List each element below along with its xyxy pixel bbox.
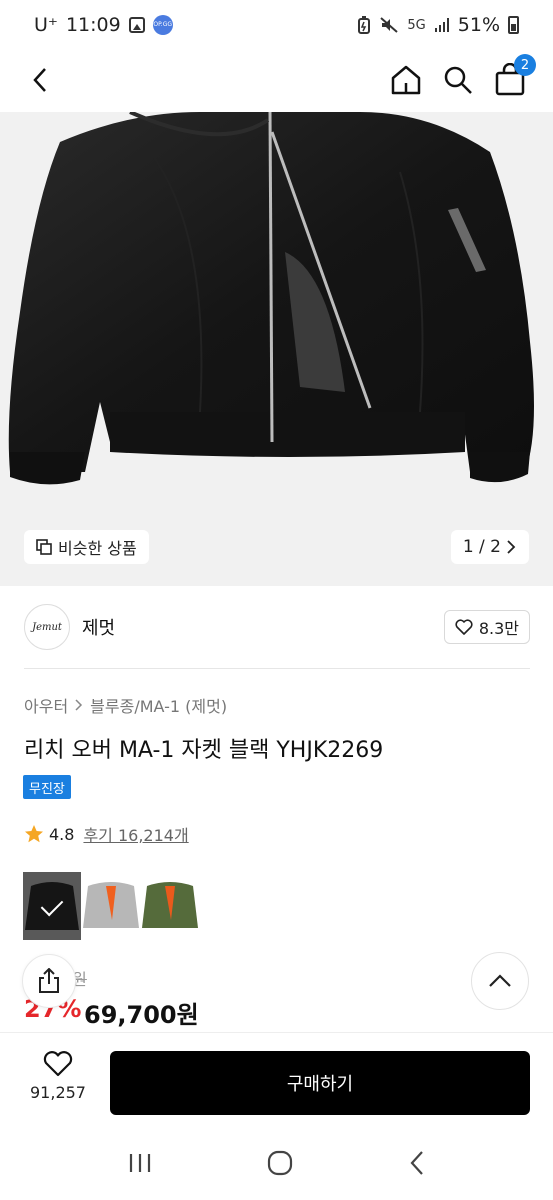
image-page-indicator[interactable]: 1 / 2 — [450, 530, 529, 564]
similar-products-label: 비슷한 상품 — [58, 539, 137, 558]
cart-count-badge: 2 — [514, 54, 536, 76]
mute-icon — [380, 17, 399, 33]
divider — [24, 668, 530, 669]
recent-apps-icon — [129, 1154, 150, 1172]
wishlist-button[interactable]: 91,257 — [22, 1051, 94, 1102]
color-option-gray[interactable] — [82, 872, 140, 940]
rating-row: 4.8 후기 16,214개 — [24, 822, 189, 846]
bottom-action-bar: 91,257 구매하기 — [0, 1032, 553, 1130]
breadcrumb-item[interactable]: 블루종/MA-1 (제멋) — [90, 693, 227, 717]
product-title: 리치 오버 MA-1 자켓 블랙 YHJK2269 — [24, 738, 384, 763]
share-icon — [39, 968, 59, 993]
page-indicator-label: 1 / 2 — [462, 537, 501, 557]
chevron-left-icon — [33, 68, 46, 92]
gallery-notification-icon — [128, 17, 145, 33]
status-bar: U⁺ 11:09 OP.GG 5G 51% — [0, 0, 553, 50]
home-circle-icon — [268, 1150, 293, 1176]
brand-like-button[interactable]: 8.3만 — [443, 610, 530, 644]
brand-row[interactable]: Jemut 제멋 8.3만 — [24, 602, 530, 652]
chevron-right-icon — [75, 699, 83, 711]
buy-button[interactable]: 구매하기 — [110, 1051, 530, 1115]
breadcrumb-item[interactable]: 아우터 — [24, 693, 68, 717]
copy-icon — [36, 539, 52, 555]
battery-percent: 51% — [457, 14, 500, 36]
network-type: 5G — [407, 17, 426, 33]
breadcrumb: 아우터 블루종/MA-1 (제멋) — [24, 693, 227, 717]
back-button[interactable] — [20, 60, 60, 100]
brand-logo[interactable]: Jemut — [24, 604, 70, 650]
price-block: 9원 27% 69,700원 — [24, 962, 530, 1029]
brand-name[interactable]: 제멋 — [82, 614, 115, 640]
battery-saver-icon — [358, 16, 371, 34]
back-nav-button[interactable] — [409, 1150, 425, 1180]
similar-products-button[interactable]: 비슷한 상품 — [24, 530, 149, 564]
jacket-thumbnail — [83, 882, 139, 928]
home-icon — [391, 65, 421, 95]
rating-value: 4.8 — [49, 824, 75, 844]
color-option-black[interactable] — [23, 872, 81, 940]
heart-icon — [455, 619, 473, 635]
color-option-olive[interactable] — [141, 872, 199, 940]
heart-icon — [43, 1051, 73, 1077]
color-options — [23, 872, 199, 940]
product-photo — [8, 112, 534, 485]
home-nav-button[interactable] — [267, 1150, 293, 1180]
star-icon — [25, 825, 43, 843]
battery-icon — [508, 16, 519, 34]
clock: 11:09 — [65, 14, 121, 36]
opgg-notification-icon: OP.GG — [152, 15, 173, 35]
jacket-thumbnail — [142, 882, 198, 928]
recent-apps-button[interactable] — [128, 1152, 152, 1178]
share-button[interactable] — [22, 954, 76, 1008]
system-nav-bar — [0, 1130, 553, 1200]
product-tag: 무진장 — [23, 775, 71, 799]
reviews-link[interactable]: 후기 16,214개 — [83, 822, 188, 846]
search-icon — [444, 66, 472, 94]
carrier-label: U⁺ — [34, 14, 58, 36]
scroll-to-top-button[interactable] — [471, 952, 529, 1010]
chevron-up-icon — [489, 974, 511, 987]
brand-like-count: 8.3만 — [478, 619, 519, 638]
product-image-carousel[interactable]: 비슷한 상품 1 / 2 — [0, 112, 553, 586]
brand-logo-text: Jemut — [32, 621, 62, 633]
cart-button[interactable]: 2 — [490, 54, 536, 100]
back-icon — [410, 1151, 423, 1175]
search-button[interactable] — [438, 60, 478, 100]
app-header: 2 — [0, 50, 553, 112]
sale-price: 69,700원 — [84, 1001, 199, 1029]
home-button[interactable] — [386, 60, 426, 100]
wishlist-count: 91,257 — [30, 1083, 86, 1102]
signal-icon — [434, 18, 449, 32]
chevron-right-icon — [507, 540, 516, 554]
